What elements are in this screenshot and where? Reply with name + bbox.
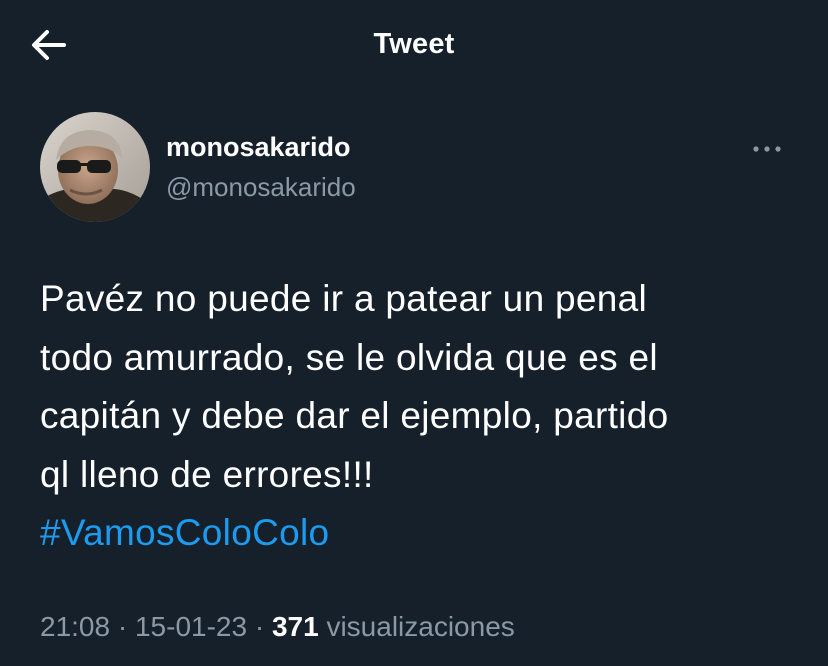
avatar[interactable] [40,112,150,222]
avatar-image [40,112,150,222]
views-count: 371 [271,611,319,642]
tweet-text-line: capitán y debe dar el ejemplo, partido [40,395,669,436]
tweet-metadata: 21:08 · 15-01-23 · 371 visualizaciones [40,611,515,643]
tweet-detail-screen: Tweet monosakarido @monosakarido Pavéz n… [0,0,828,666]
tweet-time[interactable]: 21:08 [40,611,110,642]
more-horizontal-icon [753,146,781,152]
tweet-text-line: todo amurrado, se le olvida que es el [40,336,658,378]
top-bar: Tweet [0,0,828,90]
author-display-name[interactable]: monosakarido [166,132,351,163]
tweet-text-line: Pavéz no puede ir a patear un penal [40,278,648,319]
more-options-button[interactable] [748,136,788,162]
views-label: visualizaciones [326,611,515,642]
separator: · [254,611,265,642]
tweet-date[interactable]: 15-01-23 [135,611,247,642]
author-handle: @monosakarido [166,172,356,202]
tweet-text-line: ql lleno de errores!!! [40,453,374,495]
page-title: Tweet [373,28,455,60]
hashtag-link[interactable]: #VamosColoColo [40,504,800,563]
tweet-text: Pavéz no puede ir a patear un penal todo… [40,270,800,563]
separator: · [117,611,128,642]
